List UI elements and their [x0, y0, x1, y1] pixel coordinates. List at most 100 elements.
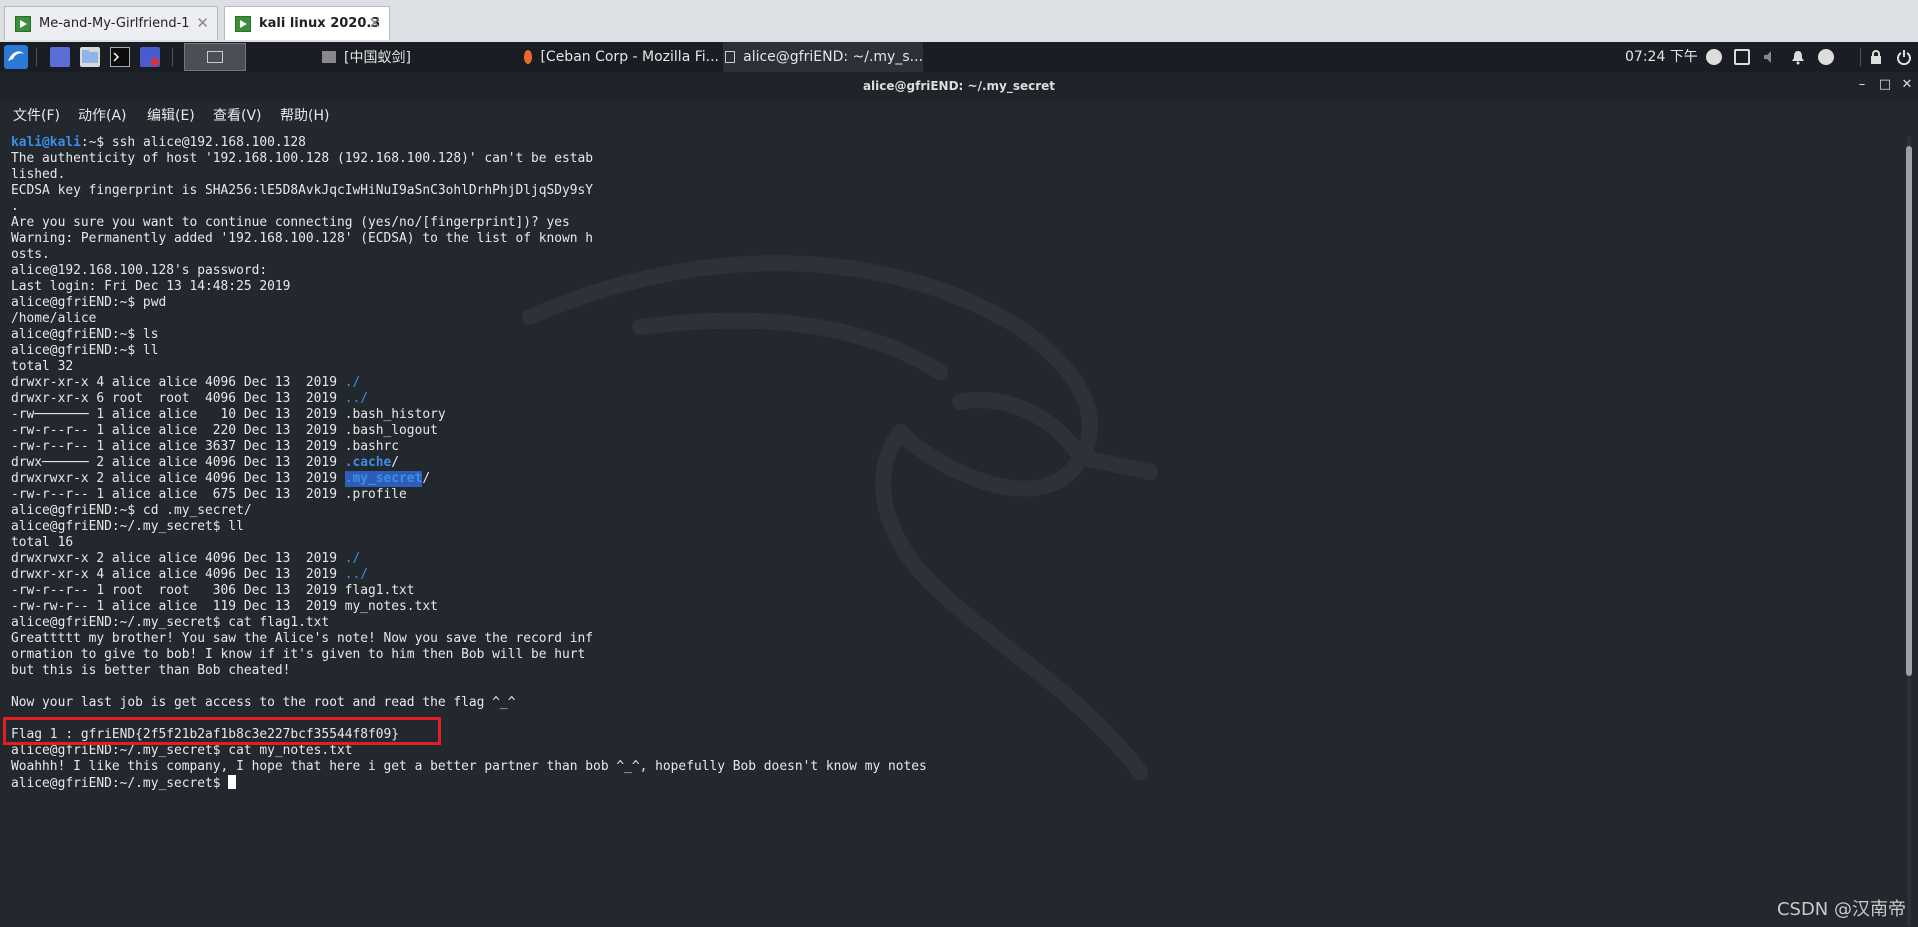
- terminal-text: -rw-r--r-- 1 alice alice 220 Dec 13 2019…: [11, 423, 438, 438]
- csdn-watermark: CSDN @汉南帝: [1776, 899, 1906, 920]
- terminal-text: Are you sure you want to continue connec…: [11, 215, 570, 230]
- task-firefox[interactable]: [Ceban Corp - Mozilla Fi...: [524, 42, 719, 72]
- workspace-switcher[interactable]: [184, 43, 246, 71]
- terminal-icon: [725, 51, 736, 63]
- terminal-line: alice@gfriEND:~$ ls: [11, 327, 927, 343]
- task-terminal[interactable]: alice@gfriEND: ~/.my_s...: [723, 42, 923, 72]
- terminal-text: alice@gfriEND:~$ ll: [11, 343, 159, 358]
- terminal-text: ECDSA key fingerprint is SHA256:lE5D8Avk…: [11, 183, 594, 198]
- window-titlebar[interactable]: alice@gfriEND: ~/.my_secret – □ ✕: [0, 72, 1918, 100]
- user-icon[interactable]: [1706, 49, 1722, 65]
- terminal-text: -rw-rw-r-- 1 alice alice 119 Dec 13 2019…: [11, 599, 438, 614]
- close-icon[interactable]: ✕: [1900, 78, 1914, 92]
- window-icon: [322, 51, 336, 63]
- terminal-text: alice@gfriEND:~/.my_secret$ ll: [11, 519, 244, 534]
- terminal-line: alice@gfriEND:~$ cd .my_secret/: [11, 503, 927, 519]
- notification-bell-icon[interactable]: [1790, 49, 1806, 65]
- lock-icon[interactable]: [1868, 49, 1884, 65]
- terminal-line: -rw-r--r-- 1 alice alice 3637 Dec 13 201…: [11, 439, 927, 455]
- task-label: [中国蚁剑]: [344, 50, 411, 66]
- power-icon[interactable]: [1896, 49, 1912, 66]
- terminal-line: osts.: [11, 247, 927, 263]
- terminal-line: drwxrwxr-x 2 alice alice 4096 Dec 13 201…: [11, 471, 927, 487]
- vm-tab-girlfriend[interactable]: Me-and-My-Girlfriend-1 ✕: [4, 6, 218, 40]
- vm-icon: [15, 15, 31, 32]
- terminal-text: drwxrwxr-x 2 alice alice 4096 Dec 13 201…: [11, 471, 345, 486]
- kali-menu-icon[interactable]: [4, 45, 28, 69]
- terminal-text: total 32: [11, 359, 74, 374]
- menu-view[interactable]: 查看(V): [213, 105, 262, 125]
- terminal-text: but this is better than Bob cheated!: [11, 663, 291, 678]
- terminal-output[interactable]: kali@kali:~$ ssh alice@192.168.100.128 Th…: [11, 135, 927, 791]
- terminal-line: alice@gfriEND:~/.my_secret$ ll: [11, 519, 927, 535]
- terminal-text: .cache: [344, 455, 392, 470]
- terminal-text: drwxr-xr-x 4 alice alice 4096 Dec 13 201…: [11, 375, 345, 390]
- terminal-text: drwxr-xr-x 4 alice alice 4096 Dec 13 201…: [11, 567, 345, 582]
- terminal-text: lished.: [11, 167, 66, 182]
- menu-help[interactable]: 帮助(H): [280, 105, 329, 125]
- flag-highlight-box: [3, 717, 441, 745]
- terminal-text: /home/alice: [11, 311, 97, 326]
- volume-icon[interactable]: [1762, 49, 1778, 65]
- terminal-line: drwx────── 2 alice alice 4096 Dec 13 201…: [11, 455, 927, 471]
- terminal-window: alice@gfriEND: ~/.my_secret – □ ✕ 文件(F) …: [0, 72, 1918, 927]
- clock[interactable]: 07:24 下午: [1625, 42, 1698, 72]
- power-manager-icon[interactable]: [1818, 49, 1834, 65]
- terminal-line: total 32: [11, 359, 927, 375]
- workspace-icon[interactable]: [50, 47, 70, 67]
- terminal-line: alice@gfriEND:~$ ll: [11, 343, 927, 359]
- terminal-text: kali@kali: [11, 135, 81, 150]
- terminal-text: drwxr-xr-x 6 root root 4096 Dec 13 2019: [11, 391, 345, 406]
- close-icon[interactable]: ✕: [368, 14, 381, 32]
- terminal-text: alice@gfriEND:~$ ls: [11, 327, 159, 342]
- terminal-line: drwxr-xr-x 4 alice alice 4096 Dec 13 201…: [11, 567, 927, 583]
- terminal-line: alice@gfriEND:~/.my_secret$: [11, 775, 927, 791]
- screenshot-icon[interactable]: [140, 47, 160, 67]
- scrollbar[interactable]: [1905, 136, 1913, 926]
- menu-actions[interactable]: 动作(A): [78, 105, 127, 125]
- terminal-line: Woahhh! I like this company, I hope that…: [11, 759, 927, 775]
- vm-tab-label: Me-and-My-Girlfriend-1: [39, 16, 190, 31]
- vm-tab-kali[interactable]: kali linux 2020.3 ✕: [224, 6, 390, 40]
- terminal-line: drwxrwxr-x 2 alice alice 4096 Dec 13 201…: [11, 551, 927, 567]
- terminal-text: ../: [344, 391, 369, 406]
- task-label: [Ceban Corp - Mozilla Fi...: [540, 49, 719, 65]
- terminal-text: The authenticity of host '192.168.100.12…: [11, 151, 594, 166]
- terminal-line: Warning: Permanently added '192.168.100.…: [11, 231, 927, 247]
- close-icon[interactable]: ✕: [196, 14, 209, 32]
- terminal-launcher-icon[interactable]: [110, 47, 130, 67]
- terminal-text: :~$ ssh alice@192.168.100.128: [80, 135, 306, 150]
- terminal-line: but this is better than Bob cheated!: [11, 663, 927, 679]
- task-mayi[interactable]: [中国蚁剑]: [322, 42, 492, 72]
- terminal-text: Woahhh! I like this company, I hope that…: [11, 759, 927, 774]
- vm-tab-strip: Me-and-My-Girlfriend-1 ✕ kali linux 2020…: [0, 0, 1918, 43]
- terminal-line: -rw-rw-r-- 1 alice alice 119 Dec 13 2019…: [11, 599, 927, 615]
- terminal-text: total 16: [11, 535, 74, 550]
- terminal-text: -rw-r--r-- 1 alice alice 675 Dec 13 2019…: [11, 487, 407, 502]
- maximize-icon[interactable]: □: [1878, 78, 1892, 92]
- terminal-text: .my_secret: [344, 471, 423, 487]
- terminal-line: -rw─────── 1 alice alice 10 Dec 13 2019 …: [11, 407, 927, 423]
- terminal-text: Greattttt my brother! You saw the Alice'…: [11, 631, 594, 646]
- menu-file[interactable]: 文件(F): [13, 105, 60, 125]
- terminal-line: lished.: [11, 167, 927, 183]
- minimize-icon[interactable]: –: [1855, 78, 1869, 92]
- terminal-text: alice@gfriEND:~/.my_secret$ cat flag1.tx…: [11, 615, 330, 630]
- top-panel: [中国蚁剑] [Ceban Corp - Mozilla Fi... alice…: [0, 42, 1918, 72]
- terminal-text: .: [11, 199, 19, 214]
- menu-edit[interactable]: 编辑(E): [147, 105, 195, 125]
- terminal-text: Now your last job is get access to the r…: [11, 695, 516, 710]
- terminal-text: -rw-r--r-- 1 root root 306 Dec 13 2019 f…: [11, 583, 415, 598]
- terminal-text: Last login: Fri Dec 13 14:48:25 2019: [11, 279, 291, 294]
- file-manager-icon[interactable]: [80, 47, 100, 67]
- terminal-text: Warning: Permanently added '192.168.100.…: [11, 231, 594, 246]
- display-icon[interactable]: [1734, 49, 1750, 65]
- terminal-line: Last login: Fri Dec 13 14:48:25 2019: [11, 279, 927, 295]
- terminal-text: alice@192.168.100.128's password:: [11, 263, 268, 278]
- terminal-line: alice@gfriEND:~/.my_secret$ cat my_notes…: [11, 743, 927, 759]
- scrollbar-thumb[interactable]: [1906, 146, 1912, 676]
- terminal-line: /home/alice: [11, 311, 927, 327]
- firefox-icon: [524, 50, 533, 64]
- terminal-text: -rw─────── 1 alice alice 10 Dec 13 2019 …: [11, 407, 446, 422]
